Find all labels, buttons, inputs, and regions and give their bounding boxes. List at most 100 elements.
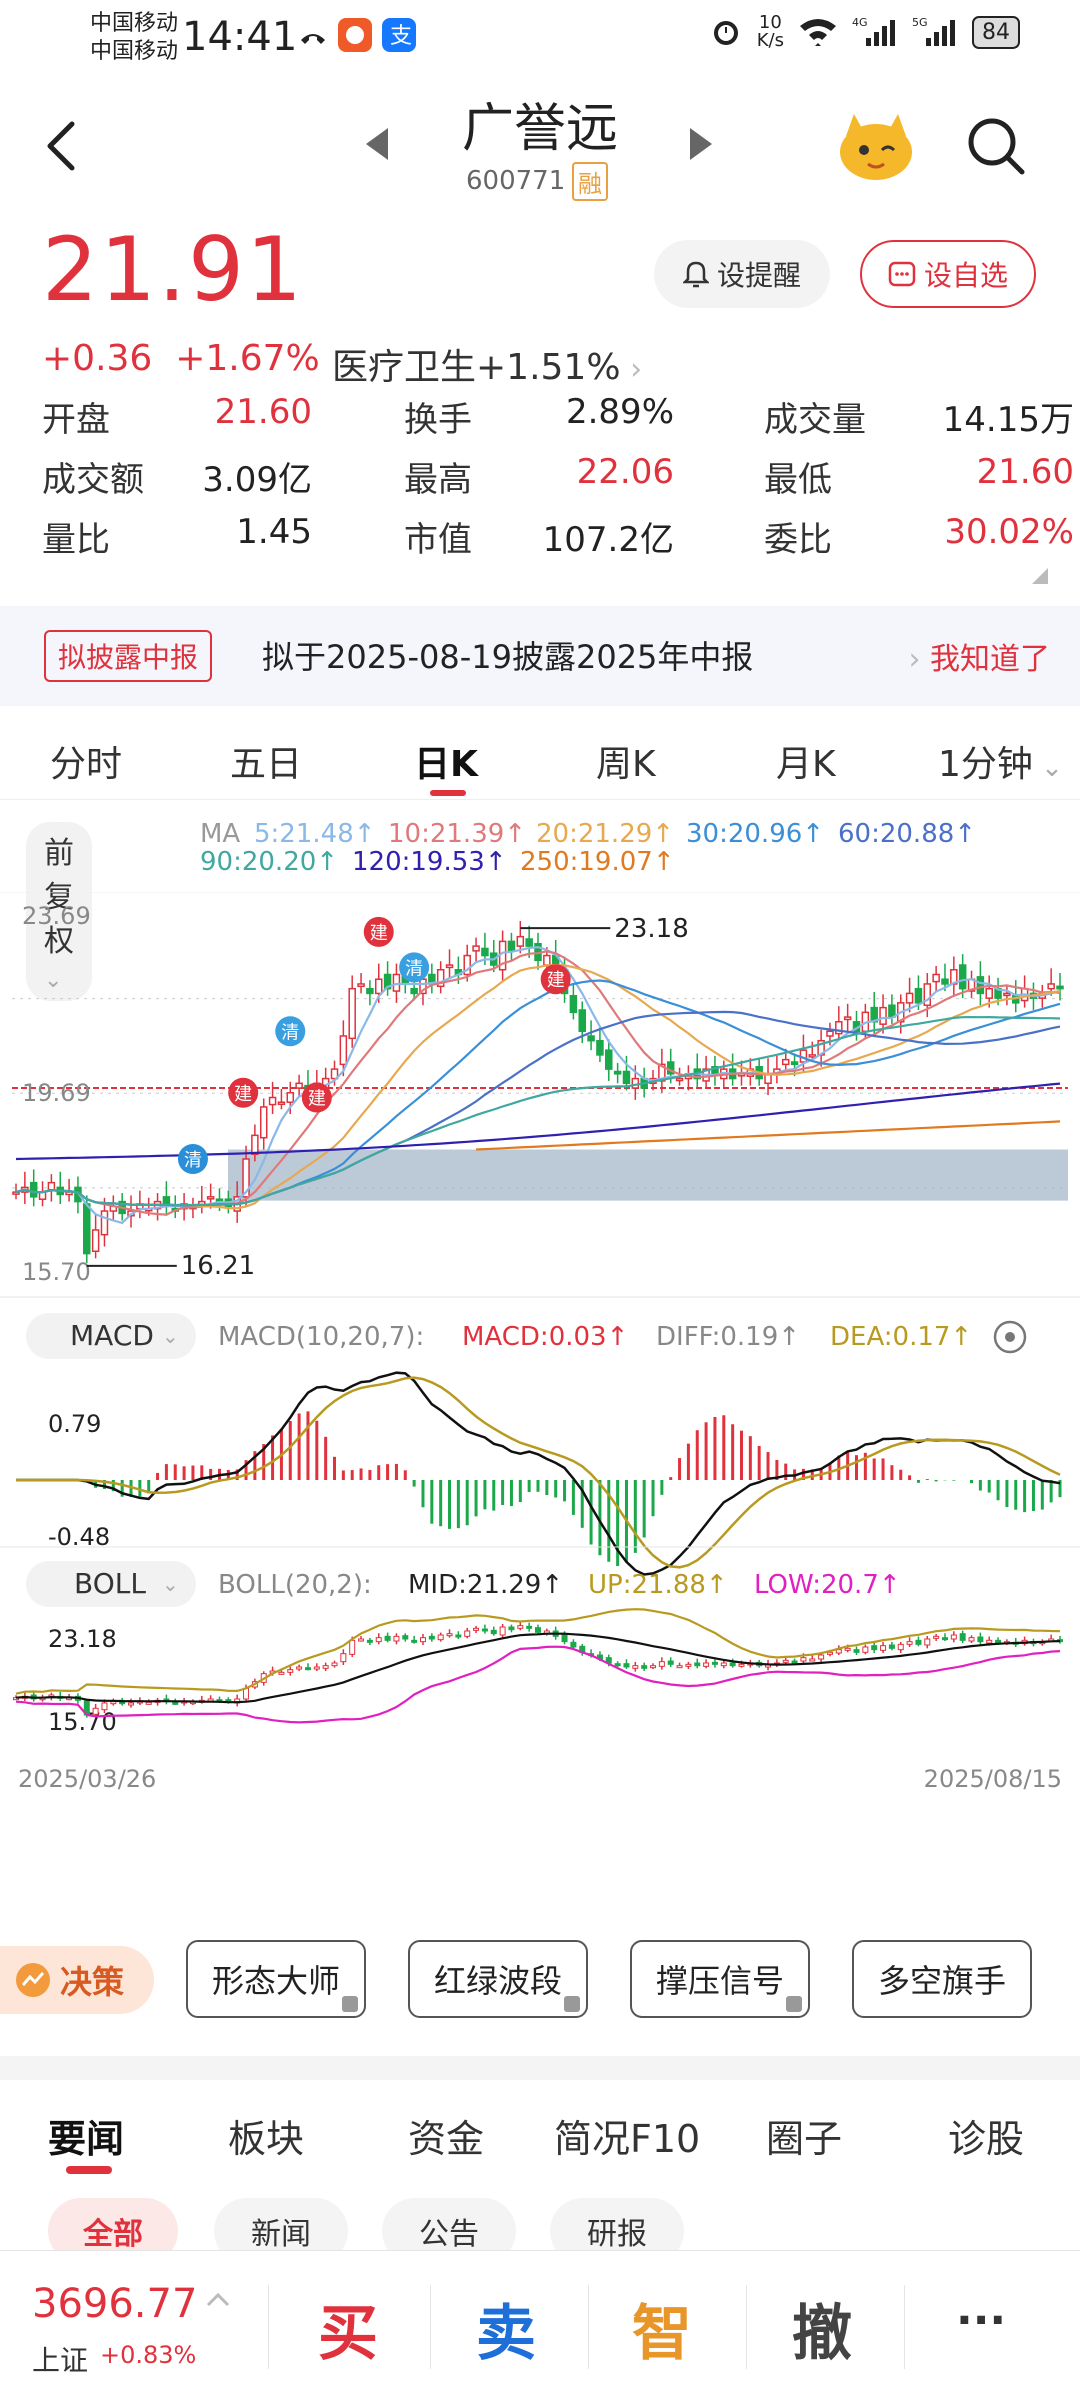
boll-candle-body	[614, 1663, 621, 1667]
tool-bull-bear[interactable]: 多空旗手	[852, 1940, 1032, 2018]
tool-red-green-wave[interactable]: 红绿波段	[408, 1940, 588, 2018]
candle-body	[914, 987, 923, 1004]
news-tab-sector[interactable]: 板块	[228, 2108, 304, 2163]
kline-svg[interactable]: 23.6919.6915.7023.1816.21清建清建清建建MACD ⌄ MAC…	[0, 892, 1080, 1902]
boll-candle-body	[393, 1635, 400, 1642]
decision-badge[interactable]: 决策	[0, 1946, 154, 2014]
boll-candle-body	[862, 1646, 869, 1653]
tab-daily-k[interactable]: 日K	[414, 735, 478, 787]
ma-value: 30:20.96↑	[686, 819, 825, 849]
candle-body	[605, 1049, 613, 1070]
candle-body	[888, 1004, 896, 1018]
stat-6: 量比 1.45	[42, 512, 312, 562]
boll-candle-body	[906, 1641, 913, 1645]
boll-candle-body	[986, 1639, 993, 1644]
cancel-order-button[interactable]: 撤	[792, 2285, 852, 2372]
boll-candle-body	[782, 1659, 789, 1663]
boll-candle-body	[871, 1645, 878, 1651]
signal-marker-label: 建	[370, 923, 388, 944]
add-watchlist-button[interactable]: 设自选	[860, 240, 1036, 308]
boll-candle-body	[853, 1649, 860, 1653]
divider	[430, 2285, 431, 2369]
boll-candle-body	[703, 1662, 710, 1667]
status-bar: 中国移动 中国移动 14:41 支 10 K/s 4G 5G 84	[0, 0, 1080, 80]
boll-candle-body	[685, 1663, 692, 1667]
expand-corner-icon[interactable]	[1032, 568, 1048, 584]
news-tab-diagnosis[interactable]: 诊股	[948, 2108, 1024, 2163]
next-stock-icon[interactable]	[690, 128, 712, 160]
candle-body	[268, 1096, 277, 1106]
boll-candle-body	[358, 1638, 365, 1642]
index-value[interactable]: 3696.77	[32, 2281, 197, 2327]
decision-icon	[16, 1963, 50, 1997]
tab-intraday[interactable]: 分时	[50, 735, 122, 787]
candle-body	[675, 1077, 684, 1082]
candle-body	[879, 1006, 887, 1025]
stat-value: 21.60	[976, 452, 1074, 492]
stat-7: 市值 107.2亿	[404, 512, 674, 562]
boll-candle-body	[428, 1635, 435, 1640]
news-tab-funds[interactable]: 资金	[408, 2108, 484, 2163]
stat-1: 换手 2.89%	[404, 392, 674, 442]
tab-monthly-k[interactable]: 月K	[776, 735, 836, 787]
dismiss-banner-button[interactable]: › 我知道了	[908, 634, 1050, 678]
boll-candle-body	[950, 1634, 957, 1640]
boll-candle-body	[331, 1662, 338, 1667]
ma-value: 250:19.07↑	[520, 847, 675, 877]
signal-5g-icon: 5G	[912, 16, 955, 46]
boll-low-line	[15, 1645, 1061, 1724]
mascot-icon[interactable]	[836, 108, 916, 184]
sell-button[interactable]: 卖	[476, 2285, 536, 2372]
more-button[interactable]: ···	[956, 2295, 1006, 2346]
boll-mid-value: MID:21.29↑	[408, 1570, 563, 1600]
candle-body	[985, 987, 993, 999]
candle-body	[932, 973, 940, 983]
candle-body	[525, 938, 533, 947]
boll-candle-body	[464, 1630, 471, 1637]
boll-candle-body	[959, 1633, 966, 1641]
ma-line	[476, 1120, 1061, 1151]
svg-text:5G: 5G	[912, 16, 928, 29]
tab-five-day[interactable]: 五日	[230, 735, 302, 787]
search-icon[interactable]	[964, 114, 1028, 178]
news-tab-circle[interactable]: 圈子	[766, 2108, 842, 2163]
stat-2: 成交量 14.15万	[764, 392, 1074, 442]
system-icons: 10 K/s 4G 5G 84	[709, 14, 1020, 50]
set-alert-button[interactable]: 设提醒	[654, 240, 830, 308]
disclosure-tag: 拟披露中报	[44, 630, 213, 682]
boll-candle-body	[738, 1663, 745, 1667]
boll-candle-body	[419, 1637, 426, 1643]
tool-support-resistance[interactable]: 撑压信号	[630, 1940, 810, 2018]
section-divider	[0, 2056, 1080, 2080]
signal-marker-label: 清	[281, 1022, 299, 1043]
signal-marker-label: 清	[405, 958, 423, 979]
boll-candle-body	[437, 1634, 444, 1641]
candle-body	[507, 940, 516, 952]
news-tab-indicator	[66, 2166, 112, 2174]
boll-candle-body	[349, 1639, 356, 1655]
boll-candle-body	[880, 1645, 887, 1651]
missed-call-icon	[301, 34, 325, 44]
stat-label: 最高	[404, 460, 472, 500]
buy-button[interactable]: 买	[318, 2285, 378, 2372]
candle-body	[100, 1210, 109, 1236]
stat-3: 成交额 3.09亿	[42, 452, 312, 502]
candle-body	[29, 1181, 38, 1198]
battery-indicator: 84	[972, 15, 1020, 49]
sector-link[interactable]: 医疗卫生+1.51% ›	[332, 338, 642, 390]
stat-8: 委比 30.02%	[764, 512, 1074, 562]
candle-body	[1003, 992, 1011, 997]
lock-icon	[786, 1996, 802, 2012]
boll-candle-body	[322, 1665, 329, 1669]
smart-button[interactable]: 智	[632, 2285, 692, 2372]
tab-weekly-k[interactable]: 周K	[596, 735, 656, 787]
news-tab-f10[interactable]: 简况F10	[554, 2108, 700, 2163]
stat-value: 2.89%	[565, 392, 674, 432]
boll-candle-body	[924, 1638, 931, 1646]
candle-body	[1056, 985, 1064, 990]
tab-minute[interactable]: 1分钟 ⌄	[938, 735, 1063, 787]
tool-pattern-master[interactable]: 形态大师	[186, 1940, 366, 2018]
diff-value: DIFF:0.19↑	[656, 1322, 800, 1352]
svg-text:支: 支	[390, 24, 412, 49]
news-tab-headlines[interactable]: 要闻	[48, 2108, 124, 2163]
